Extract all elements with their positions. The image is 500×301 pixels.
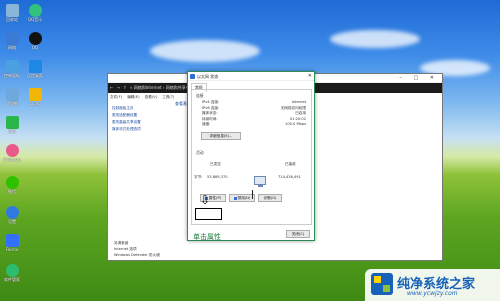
disable-button-label: 禁用(D) xyxy=(237,196,251,200)
desktop-icon-control-panel[interactable]: 控制面板 xyxy=(1,60,23,78)
menu-file[interactable]: 文件(F) xyxy=(110,95,122,99)
desktop-icon-remote-desktop[interactable]: 远程桌面 xyxy=(24,60,46,78)
wechat-icon xyxy=(5,176,19,189)
desktop-icon-network[interactable]: 网络 xyxy=(1,32,23,50)
properties-button-label: 属性(P) xyxy=(208,196,222,200)
desktop-icon-label: 控制面板 xyxy=(4,73,20,78)
connection-section-label: 连接 xyxy=(196,93,204,98)
network-adapter-icon xyxy=(190,74,195,79)
info-row: 速度: 100.0 Mbps xyxy=(202,122,306,128)
desktop-icon-360[interactable]: 360 xyxy=(1,116,23,134)
image-file-icon xyxy=(28,88,42,101)
menu-view[interactable]: 查看(V) xyxy=(145,95,157,99)
colorful-app-icon xyxy=(5,144,19,157)
network-icon xyxy=(5,32,19,45)
desktop-icon-recycle-bin[interactable]: 回收站 xyxy=(1,4,23,22)
sidebar-link-advanced-sharing[interactable]: 更改高级共享设置 xyxy=(112,119,162,126)
see-also-section: 另请参阅 Internet 选项 Windows Defender 防火墙 xyxy=(114,240,160,258)
see-also-firewall[interactable]: Windows Defender 防火墙 xyxy=(114,252,160,258)
shield-icon xyxy=(5,116,19,129)
desktop-icon-label: 设置 xyxy=(8,219,16,224)
activity-section-label: 活动 xyxy=(196,150,204,155)
instruction-annotation: 单击属性 xyxy=(193,233,221,241)
address-path: « 网络和Internet › 网络和共享中心 xyxy=(130,85,194,90)
close-button[interactable]: 关闭(C) xyxy=(286,230,310,238)
bytes-received-value: 714,436,491 xyxy=(278,175,301,179)
shield-icon xyxy=(233,196,237,200)
desktop-icon-label: Feishu xyxy=(5,247,19,252)
info-row-value: 100.0 Mbps xyxy=(285,122,306,126)
desktop-icon-qq[interactable]: QQ xyxy=(24,32,46,50)
received-label: 已接收 xyxy=(285,162,296,166)
gear-icon xyxy=(5,206,19,219)
desktop-icon-label: 回收站 xyxy=(6,17,18,22)
desktop-icon-snipaste[interactable]: Snipaste xyxy=(1,144,23,162)
network-computer-icon xyxy=(254,176,266,187)
control-panel-icon xyxy=(5,60,19,73)
menu-tools[interactable]: 工具(T) xyxy=(162,95,174,99)
nav-arrows-icon[interactable]: ← → ↑ xyxy=(110,83,128,93)
menu-edit[interactable]: 编辑(E) xyxy=(127,95,139,99)
desktop-icon-label: 微信 xyxy=(8,189,16,194)
ethernet-status-dialog: 以太网 状态 ✕ 常规 连接 IPv4 连接: Internet IPv6 连接… xyxy=(187,71,315,241)
desktop-icon-label: 此电脑 xyxy=(6,101,18,106)
down-arrow-icon: ⇩ xyxy=(200,193,211,207)
desktop-icon-label: 软件管家 xyxy=(4,277,20,282)
desktop-icon-label: 网络 xyxy=(8,45,16,50)
diagnose-button[interactable]: 诊断(G) xyxy=(258,194,282,202)
explorer-sidebar: 控制面板主页 更改适配器设置 更改高级共享设置 媒体流式处理选项 xyxy=(112,105,162,133)
activity-divider xyxy=(252,190,253,199)
desktop-icon-settings[interactable]: 设置 xyxy=(1,206,23,224)
properties-highlight-box xyxy=(195,208,222,220)
sidebar-link-adapter-settings[interactable]: 更改适配器设置 xyxy=(112,112,162,119)
watermark-url: www.ycwjzy.com xyxy=(407,290,458,297)
recycle-bin-icon xyxy=(5,4,19,17)
penguin-icon xyxy=(28,32,42,45)
desktop-icon-qq-music[interactable]: QQ音乐 xyxy=(24,4,46,22)
window-controls[interactable]: – □ ✕ xyxy=(399,75,439,81)
info-row-label: 速度: xyxy=(202,122,211,126)
site-logo-icon xyxy=(371,273,393,295)
desktop-icon-feishu[interactable]: Feishu xyxy=(1,234,23,252)
desktop-icon-label: 1.png xyxy=(29,101,41,106)
details-button[interactable]: 详细信息(E)... xyxy=(201,132,241,140)
monitor-icon xyxy=(28,60,42,73)
desktop-icon-wechat[interactable]: 微信 xyxy=(1,176,23,194)
music-icon xyxy=(28,4,42,17)
desktop-icon-label: QQ音乐 xyxy=(27,17,43,22)
dialog-titlebar[interactable]: 以太网 状态 ✕ xyxy=(188,72,314,81)
menu-bar: 文件(F) 编辑(E) 查看(V) 工具(T) xyxy=(110,95,178,100)
desktop-icon-label: QQ xyxy=(31,45,39,50)
desktop-icon-this-pc[interactable]: 此电脑 xyxy=(1,88,23,106)
desktop-icon-software-manager[interactable]: 软件管家 xyxy=(1,264,23,282)
cloud xyxy=(150,40,260,62)
bird-icon xyxy=(5,234,19,247)
computer-icon xyxy=(5,88,19,101)
sent-label: 已发送 xyxy=(210,162,221,166)
site-watermark: 纯净系统之家 www.ycwjzy.com xyxy=(365,269,500,301)
desktop-icon-label: 360 xyxy=(8,129,16,134)
desktop-icon-image-file[interactable]: 1.png xyxy=(24,88,46,106)
desktop-icon-label: 远程桌面 xyxy=(27,73,43,78)
close-icon[interactable]: ✕ xyxy=(308,72,312,81)
bytes-label: 字节: xyxy=(194,175,203,179)
dialog-title: 以太网 状态 xyxy=(197,74,219,79)
cloud-app-icon xyxy=(5,264,19,277)
sidebar-link-control-panel-home[interactable]: 控制面板主页 xyxy=(112,105,162,112)
cloud xyxy=(330,30,420,48)
desktop-icon-label: Snipaste xyxy=(3,157,21,162)
bytes-sent-value: 53,689,370 xyxy=(207,175,228,179)
sidebar-link-media-streaming[interactable]: 媒体流式处理选项 xyxy=(112,126,162,133)
